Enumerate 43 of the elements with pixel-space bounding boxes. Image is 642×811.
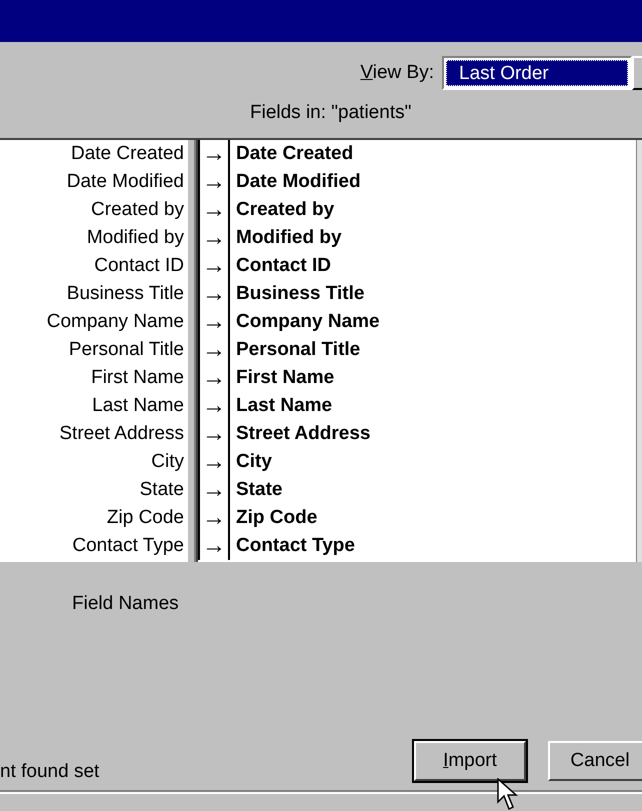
target-field: Zip Code <box>230 504 318 532</box>
target-field: Contact Type <box>230 532 355 560</box>
source-field: Date Created <box>0 140 186 168</box>
source-field: Zip Code <box>0 504 186 532</box>
target-field: Street Address <box>230 420 370 448</box>
target-field: City <box>230 448 272 476</box>
target-field: Date Modified <box>230 168 361 196</box>
source-field: Created by <box>0 196 186 224</box>
source-field: Personal Title <box>0 336 186 364</box>
fields-caption: Fields in: "patients" <box>249 101 412 125</box>
source-field: City <box>0 448 186 476</box>
source-field: Last Name <box>0 392 186 420</box>
target-field: Last Name <box>230 392 332 420</box>
source-field: Company Name <box>0 308 186 336</box>
target-field: First Name <box>230 364 334 392</box>
status-text: nt found set <box>0 760 100 784</box>
target-field: State <box>230 476 282 504</box>
source-field: Modified by <box>0 224 186 252</box>
cursor-icon <box>497 778 519 811</box>
view-by-label: View By: <box>360 60 434 85</box>
column-splitter[interactable] <box>186 140 196 562</box>
target-field: Modified by <box>230 224 342 252</box>
source-field: Contact Type <box>0 532 186 560</box>
source-field-list[interactable]: Date Created Date Modified Created by Modified by Contact ID Business Title Company Name Personal Title First Name Last Name Street Address City State Zip Code Contact Type <box>0 140 186 562</box>
field-names-label: Field Names <box>72 593 179 614</box>
scrollbar[interactable] <box>636 140 642 562</box>
target-field: Contact ID <box>230 252 331 280</box>
dropdown-button[interactable] <box>632 56 642 90</box>
target-field: Created by <box>230 196 334 224</box>
cancel-button[interactable]: Cancel <box>548 741 642 781</box>
target-field: Personal Title <box>230 336 360 364</box>
target-field: Date Created <box>230 140 354 168</box>
source-field: Date Modified <box>0 168 186 196</box>
view-by-dropdown[interactable]: Last Order <box>442 56 632 90</box>
target-field: Business Title <box>230 280 364 308</box>
source-field: First Name <box>0 364 186 392</box>
import-button[interactable]: Import <box>414 741 526 781</box>
source-field: State <box>0 476 186 504</box>
target-field-list[interactable] <box>196 140 642 562</box>
source-field: Street Address <box>0 420 186 448</box>
target-field: Company Name <box>230 308 380 336</box>
source-field: Contact ID <box>0 252 186 280</box>
source-field: Business Title <box>0 280 186 308</box>
